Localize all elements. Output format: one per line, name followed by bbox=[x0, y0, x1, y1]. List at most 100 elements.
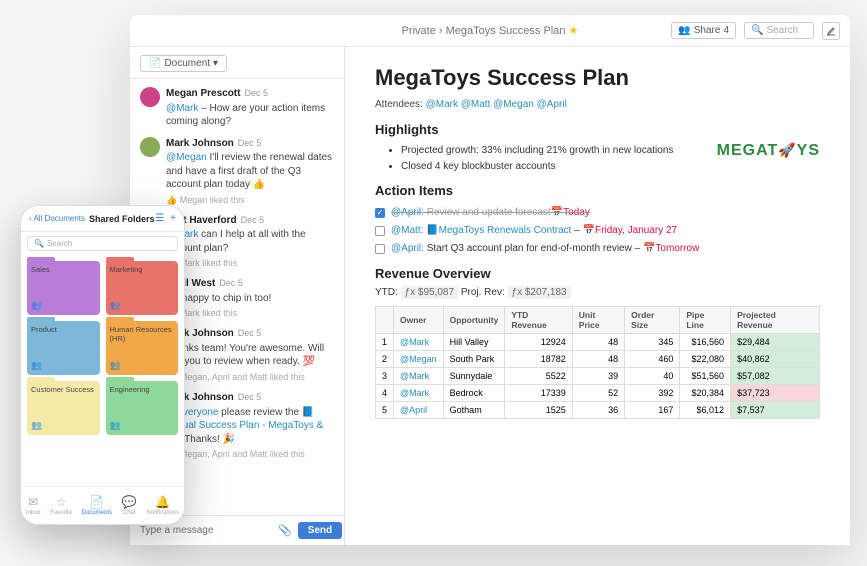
folder-sales[interactable]: Sales👥 bbox=[27, 261, 100, 315]
search-icon: 🔍 bbox=[751, 25, 763, 36]
list-view-icon[interactable]: ☰ bbox=[155, 213, 164, 224]
column-header: Opportunity bbox=[443, 307, 505, 334]
table-row[interactable]: 4@MarkBedrock1733952392$20,384$37,723 bbox=[376, 385, 820, 402]
author-name: Mark Johnson bbox=[166, 137, 234, 151]
checkbox[interactable]: ✓ bbox=[375, 208, 385, 218]
ytd-summary: YTD: ƒx $95,087 Proj. Rev: ƒx $207,183 bbox=[375, 287, 820, 298]
folder-hr[interactable]: Human Resources (HR)👥 bbox=[106, 321, 179, 375]
column-header: Order Size bbox=[625, 307, 680, 334]
send-button[interactable]: Send bbox=[298, 522, 342, 539]
table-row[interactable]: 3@MarkSunnydale55223940$51,560$57,082 bbox=[376, 368, 820, 385]
page-title: MegaToys Success Plan bbox=[375, 65, 820, 91]
attendees-row: Attendees: @Mark @Matt @Megan @April bbox=[375, 99, 820, 110]
people-icon: 👥 bbox=[31, 420, 42, 431]
table-row[interactable]: 2@MeganSouth Park1878248460$22,080$40,86… bbox=[376, 351, 820, 368]
search-icon: 🔍 bbox=[34, 239, 44, 248]
tab-icon: 🔔 bbox=[155, 495, 170, 509]
author-name: Megan Prescott bbox=[166, 87, 240, 101]
folder-marketing[interactable]: Marketing👥 bbox=[106, 261, 179, 315]
avatar bbox=[140, 87, 160, 107]
msg-date: Dec 5 bbox=[238, 391, 262, 403]
share-button[interactable]: 👥 Share 4 bbox=[671, 22, 736, 39]
revenue-table: OwnerOpportunityYTD RevenueUnit PriceOrd… bbox=[375, 306, 820, 419]
column-header: Owner bbox=[394, 307, 444, 334]
star-icon[interactable]: ★ bbox=[569, 25, 579, 37]
people-icon: 👥 bbox=[110, 360, 121, 371]
tab-icon: ☆ bbox=[56, 495, 67, 509]
folders-grid: Sales👥Marketing👥Product👥Human Resources … bbox=[21, 255, 184, 441]
phone-tabbar: ✉Inbox ☆Favorite 📄Documents 💬Chat 🔔Notificat… bbox=[21, 486, 184, 524]
like-indicator: 👍 Megan liked this bbox=[166, 194, 334, 206]
revenue-heading: Revenue Overview bbox=[375, 266, 820, 281]
tab-chat[interactable]: 💬Chat bbox=[122, 495, 137, 516]
checkbox[interactable] bbox=[375, 244, 385, 254]
laptop-window: Private › MegaToys Success Plan ★ 👥 Shar… bbox=[130, 15, 850, 545]
highlights-heading: Highlights bbox=[375, 122, 820, 137]
phone-search-input[interactable]: 🔍 Search bbox=[27, 236, 178, 251]
people-icon: 👥 bbox=[110, 300, 121, 311]
tab-documents[interactable]: 📄Documents bbox=[82, 495, 112, 516]
action-item[interactable]: ✓@April: Review and update forecast📅Toda… bbox=[375, 204, 820, 222]
megatoys-logo: MEGAT🚀YS bbox=[717, 142, 820, 160]
people-icon: 👥 bbox=[678, 25, 690, 36]
document-pane[interactable]: MegaToys Success Plan Attendees: @Mark @… bbox=[345, 47, 850, 545]
msg-text: @Mark can I help at all with the account… bbox=[166, 228, 334, 255]
compose-button[interactable] bbox=[822, 22, 840, 40]
tab-notifications[interactable]: 🔔Notifications bbox=[146, 495, 179, 516]
phone-title: Shared Folders bbox=[89, 214, 155, 224]
action-items-heading: Action Items bbox=[375, 183, 820, 198]
back-button[interactable]: ‹ All Documents bbox=[29, 214, 85, 223]
attach-icon[interactable]: 📎 bbox=[278, 524, 292, 537]
add-icon[interactable]: + bbox=[170, 213, 176, 224]
folder-product[interactable]: Product👥 bbox=[27, 321, 100, 375]
column-header: Pipe Line bbox=[680, 307, 731, 334]
column-header bbox=[376, 307, 394, 334]
table-row[interactable]: 5@AprilGotham152536167$6,012$7,537 bbox=[376, 402, 820, 419]
like-indicator: 👍 Megan, April and Matt liked this bbox=[166, 448, 334, 460]
like-indicator: 👍 Mark liked this bbox=[166, 307, 334, 319]
chevron-down-icon: ▾ bbox=[213, 58, 218, 69]
like-indicator: 👍 Megan, April and Matt liked this bbox=[166, 371, 334, 383]
action-items-list: ✓@April: Review and update forecast📅Toda… bbox=[375, 204, 820, 258]
tab-icon: 💬 bbox=[122, 495, 137, 509]
people-icon: 👥 bbox=[31, 300, 42, 311]
document-selector[interactable]: 📄 Document ▾ bbox=[140, 55, 227, 72]
like-indicator: 👍 Mark liked this bbox=[166, 257, 334, 269]
column-header: Projected Revenue bbox=[731, 307, 820, 334]
action-item[interactable]: @April: Start Q3 account plan for end-of… bbox=[375, 240, 820, 258]
chat-message[interactable]: Megan Prescott Dec 5 @Mark – How are your … bbox=[130, 83, 344, 133]
column-header: YTD Revenue bbox=[505, 307, 572, 334]
msg-date: Dec 5 bbox=[241, 214, 265, 226]
list-item: Closed 4 key blockbuster accounts bbox=[401, 159, 820, 175]
folder-eng[interactable]: Engineering👥 bbox=[106, 381, 179, 435]
msg-text: @Mark – How are your action items coming… bbox=[166, 102, 334, 129]
msg-date: Dec 5 bbox=[244, 87, 268, 99]
msg-date: Dec 5 bbox=[219, 277, 243, 289]
message-input[interactable] bbox=[140, 525, 272, 536]
table-row[interactable]: 1@MarkHill Valley1292448345$16,560$29,48… bbox=[376, 334, 820, 351]
tab-inbox[interactable]: ✉Inbox bbox=[26, 495, 41, 516]
msg-text: @Everyone please review the 📘Mutual Succ… bbox=[166, 406, 334, 447]
folder-cs[interactable]: Customer Success👥 bbox=[27, 381, 100, 435]
action-item[interactable]: @Matt: 📘MegaToys Renewals Contract – 📅Fr… bbox=[375, 222, 820, 240]
search-input[interactable]: 🔍 Search bbox=[744, 22, 814, 39]
msg-date: Dec 5 bbox=[238, 327, 262, 339]
breadcrumb[interactable]: Private › MegaToys Success Plan ★ bbox=[402, 24, 579, 37]
msg-text: @Megan I'll review the renewal dates and… bbox=[166, 151, 334, 192]
phone-window: ‹ All Documents Shared Folders ☰ + 🔍 Sea… bbox=[20, 205, 185, 525]
msg-text: Thanks team! You're awesome. Will ask yo… bbox=[166, 342, 334, 369]
tab-favorite[interactable]: ☆Favorite bbox=[50, 495, 72, 516]
checkbox[interactable] bbox=[375, 226, 385, 236]
doc-icon: 📄 bbox=[149, 58, 161, 69]
msg-text: I'm happy to chip in too! bbox=[166, 292, 334, 306]
msg-date: Dec 5 bbox=[238, 137, 262, 149]
tab-icon: 📄 bbox=[89, 495, 104, 509]
compose-icon bbox=[826, 26, 836, 36]
column-header: Unit Price bbox=[572, 307, 624, 334]
people-icon: 👥 bbox=[31, 360, 42, 371]
avatar bbox=[140, 137, 160, 157]
chat-message[interactable]: Mark Johnson Dec 5 @Megan I'll review the … bbox=[130, 133, 344, 210]
topbar: Private › MegaToys Success Plan ★ 👥 Shar… bbox=[130, 15, 850, 47]
people-icon: 👥 bbox=[110, 420, 121, 431]
tab-icon: ✉ bbox=[28, 495, 38, 509]
